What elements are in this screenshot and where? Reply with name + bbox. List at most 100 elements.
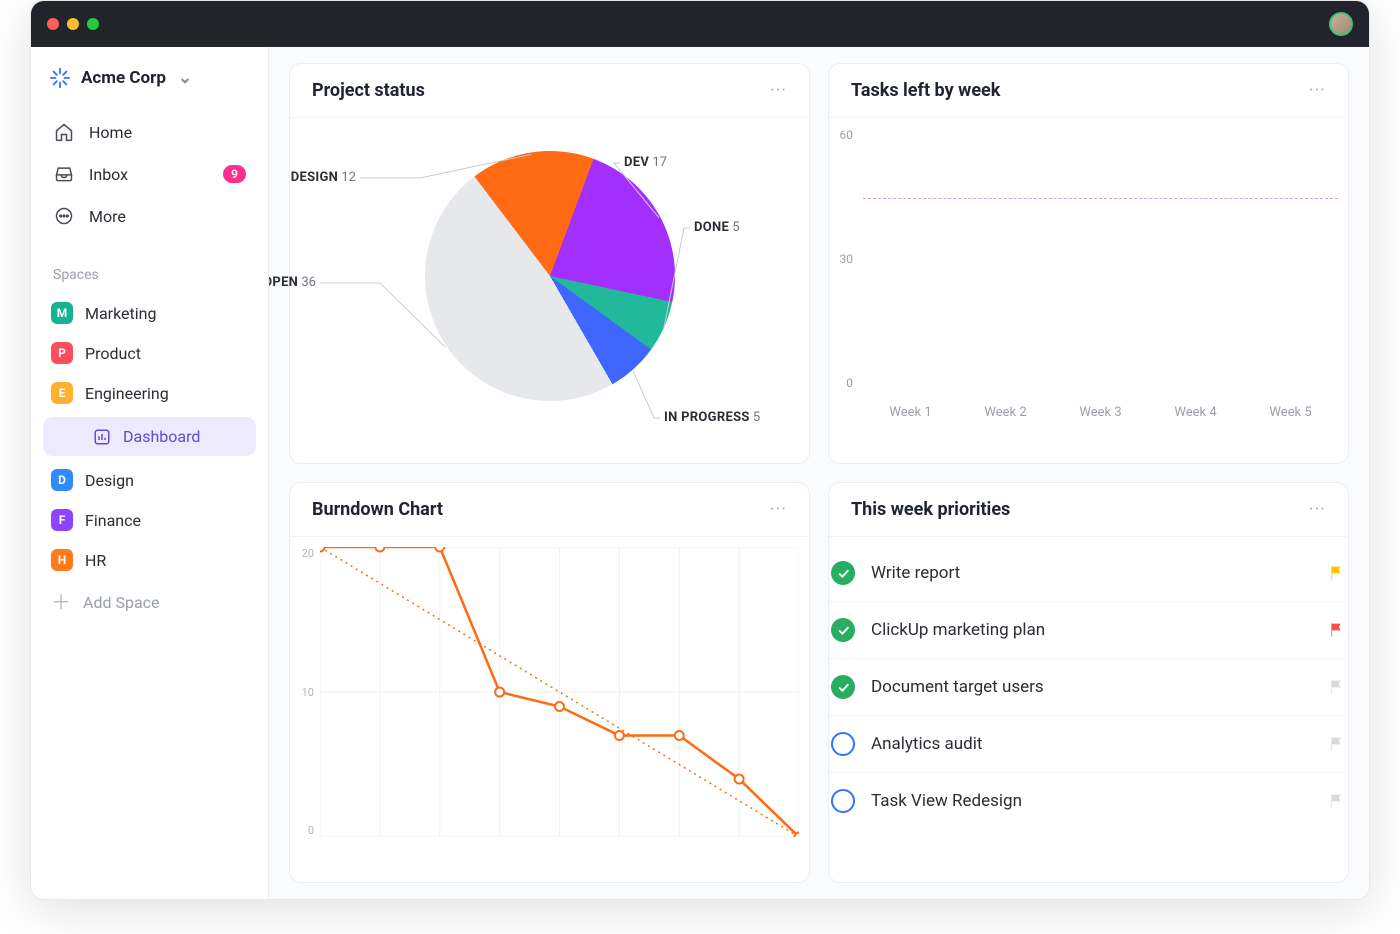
avatar[interactable] [1329,12,1353,36]
priority-row[interactable]: ClickUp marketing plan [829,602,1348,659]
card-priorities: This week priorities ··· Write report Cli… [828,482,1349,883]
space-item-engineering[interactable]: E Engineering [31,373,268,413]
status-done-icon[interactable] [831,675,855,699]
bar-category-label: Week 2 [984,405,1026,420]
titlebar [31,1,1369,47]
flag-icon[interactable] [1328,792,1346,810]
priority-title: Write report [871,563,1312,583]
bar-category-label: Week 4 [1174,405,1216,420]
sidebar: Acme Corp ⌄ Home Inbox 9 [31,47,269,899]
space-item-design[interactable]: D Design [31,460,268,500]
inbox-badge: 9 [223,165,246,183]
priorities-list: Write report ClickUp marketing plan Docume… [829,537,1348,837]
priority-title: Analytics audit [871,734,1312,754]
card-project-status: Project status ··· OPEN 36DESIGN 12DEV 1… [289,63,810,464]
card-burndown: Burndown Chart ··· 20100 [289,482,810,883]
space-item-hr[interactable]: H HR [31,540,268,580]
card-title: Burndown Chart [312,499,443,520]
card-menu-button[interactable]: ··· [770,80,787,101]
nav-label: More [89,207,126,226]
sidebar-item-dashboard[interactable]: Dashboard [43,417,256,456]
status-done-icon[interactable] [831,618,855,642]
chevron-down-icon: ⌄ [178,68,192,88]
pie-label: DESIGN 12 [291,170,356,185]
priority-title: Document target users [871,677,1312,697]
priority-row[interactable]: Document target users [829,659,1348,716]
close-window-icon[interactable] [47,18,59,30]
space-chip-icon: P [51,342,73,364]
priority-title: Task View Redesign [871,791,1312,811]
pie-label: OPEN 36 [269,275,316,290]
space-item-finance[interactable]: F Finance [31,500,268,540]
priority-row[interactable]: Task View Redesign [829,773,1348,829]
status-done-icon[interactable] [831,561,855,585]
bar-chart: 60300 Week 1 Week 2 Week 3 Week 4 Week 5 [829,118,1348,438]
space-name: Marketing [85,304,156,323]
status-open-icon[interactable] [831,789,855,813]
bar-category-label: Week 3 [1079,405,1121,420]
card-menu-button[interactable]: ··· [770,499,787,520]
space-name: Finance [85,511,141,530]
space-chip-icon: H [51,549,73,571]
spaces-list: M Marketing P Product E Engineering Dashboard D… [31,293,268,580]
card-title: Tasks left by week [851,80,1000,101]
space-chip-icon: F [51,509,73,531]
space-item-marketing[interactable]: M Marketing [31,293,268,333]
logo-icon [49,67,71,89]
dashboard-icon [93,428,111,446]
nav-more[interactable]: More [41,195,258,237]
space-name: Design [85,471,134,490]
home-icon [53,121,75,143]
flag-icon[interactable] [1328,735,1346,753]
add-space-button[interactable]: ＋ Add Space [31,580,268,624]
nav-label: Home [89,123,132,142]
workspace-name: Acme Corp [81,68,166,88]
card-tasks-left: Tasks left by week ··· 60300 Week 1Week … [828,63,1349,464]
pie-label: DEV 17 [624,155,667,170]
workspace-switcher[interactable]: Acme Corp ⌄ [31,57,268,107]
line-chart: 20100 [290,537,809,857]
window-controls [47,18,99,30]
flag-icon[interactable] [1328,621,1346,639]
space-chip-icon: E [51,382,73,404]
status-open-icon[interactable] [831,732,855,756]
nav-home[interactable]: Home [41,111,258,153]
space-name: Product [85,344,141,363]
card-title: This week priorities [851,499,1010,520]
dashboard-main: Project status ··· OPEN 36 DESIGN 12 DEV 1… [269,47,1369,899]
pie-label: DONE 5 [694,220,740,235]
bar-category-label: Week 1 [889,405,931,420]
bar-plot-area [863,128,1338,390]
priority-row[interactable]: Write report [829,545,1348,602]
inbox-icon [53,163,75,185]
priority-row[interactable]: Analytics audit [829,716,1348,773]
pie-chart: OPEN 36DESIGN 12DEV 17DONE 5IN PROGRESS … [290,118,809,438]
card-menu-button[interactable]: ··· [1309,499,1326,520]
pie-graphic [425,151,675,401]
space-name: HR [85,551,106,570]
nav-inbox[interactable]: Inbox 9 [41,153,258,195]
pie-label: IN PROGRESS 5 [664,410,760,425]
line-y-axis: 20100 [290,547,314,837]
space-name: Engineering [85,384,169,403]
plus-icon: ＋ [51,592,71,612]
space-item-product[interactable]: P Product [31,333,268,373]
space-chip-icon: M [51,302,73,324]
add-space-label: Add Space [83,593,160,612]
nav-label: Inbox [89,165,128,184]
bar-x-axis: Week 1 Week 2 Week 3 Week 4 Week 5 [863,405,1338,420]
flag-icon[interactable] [1328,678,1346,696]
minimize-window-icon[interactable] [67,18,79,30]
spaces-header: Spaces [31,241,268,293]
flag-icon[interactable] [1328,564,1346,582]
dashboard-label: Dashboard [123,427,200,446]
priority-title: ClickUp marketing plan [871,620,1312,640]
app-window: Acme Corp ⌄ Home Inbox 9 [30,0,1370,900]
space-chip-icon: D [51,469,73,491]
more-icon [53,205,75,227]
card-title: Project status [312,80,425,101]
maximize-window-icon[interactable] [87,18,99,30]
bar-y-axis: 60300 [829,128,853,390]
bar-category-label: Week 5 [1269,405,1311,420]
card-menu-button[interactable]: ··· [1309,80,1326,101]
